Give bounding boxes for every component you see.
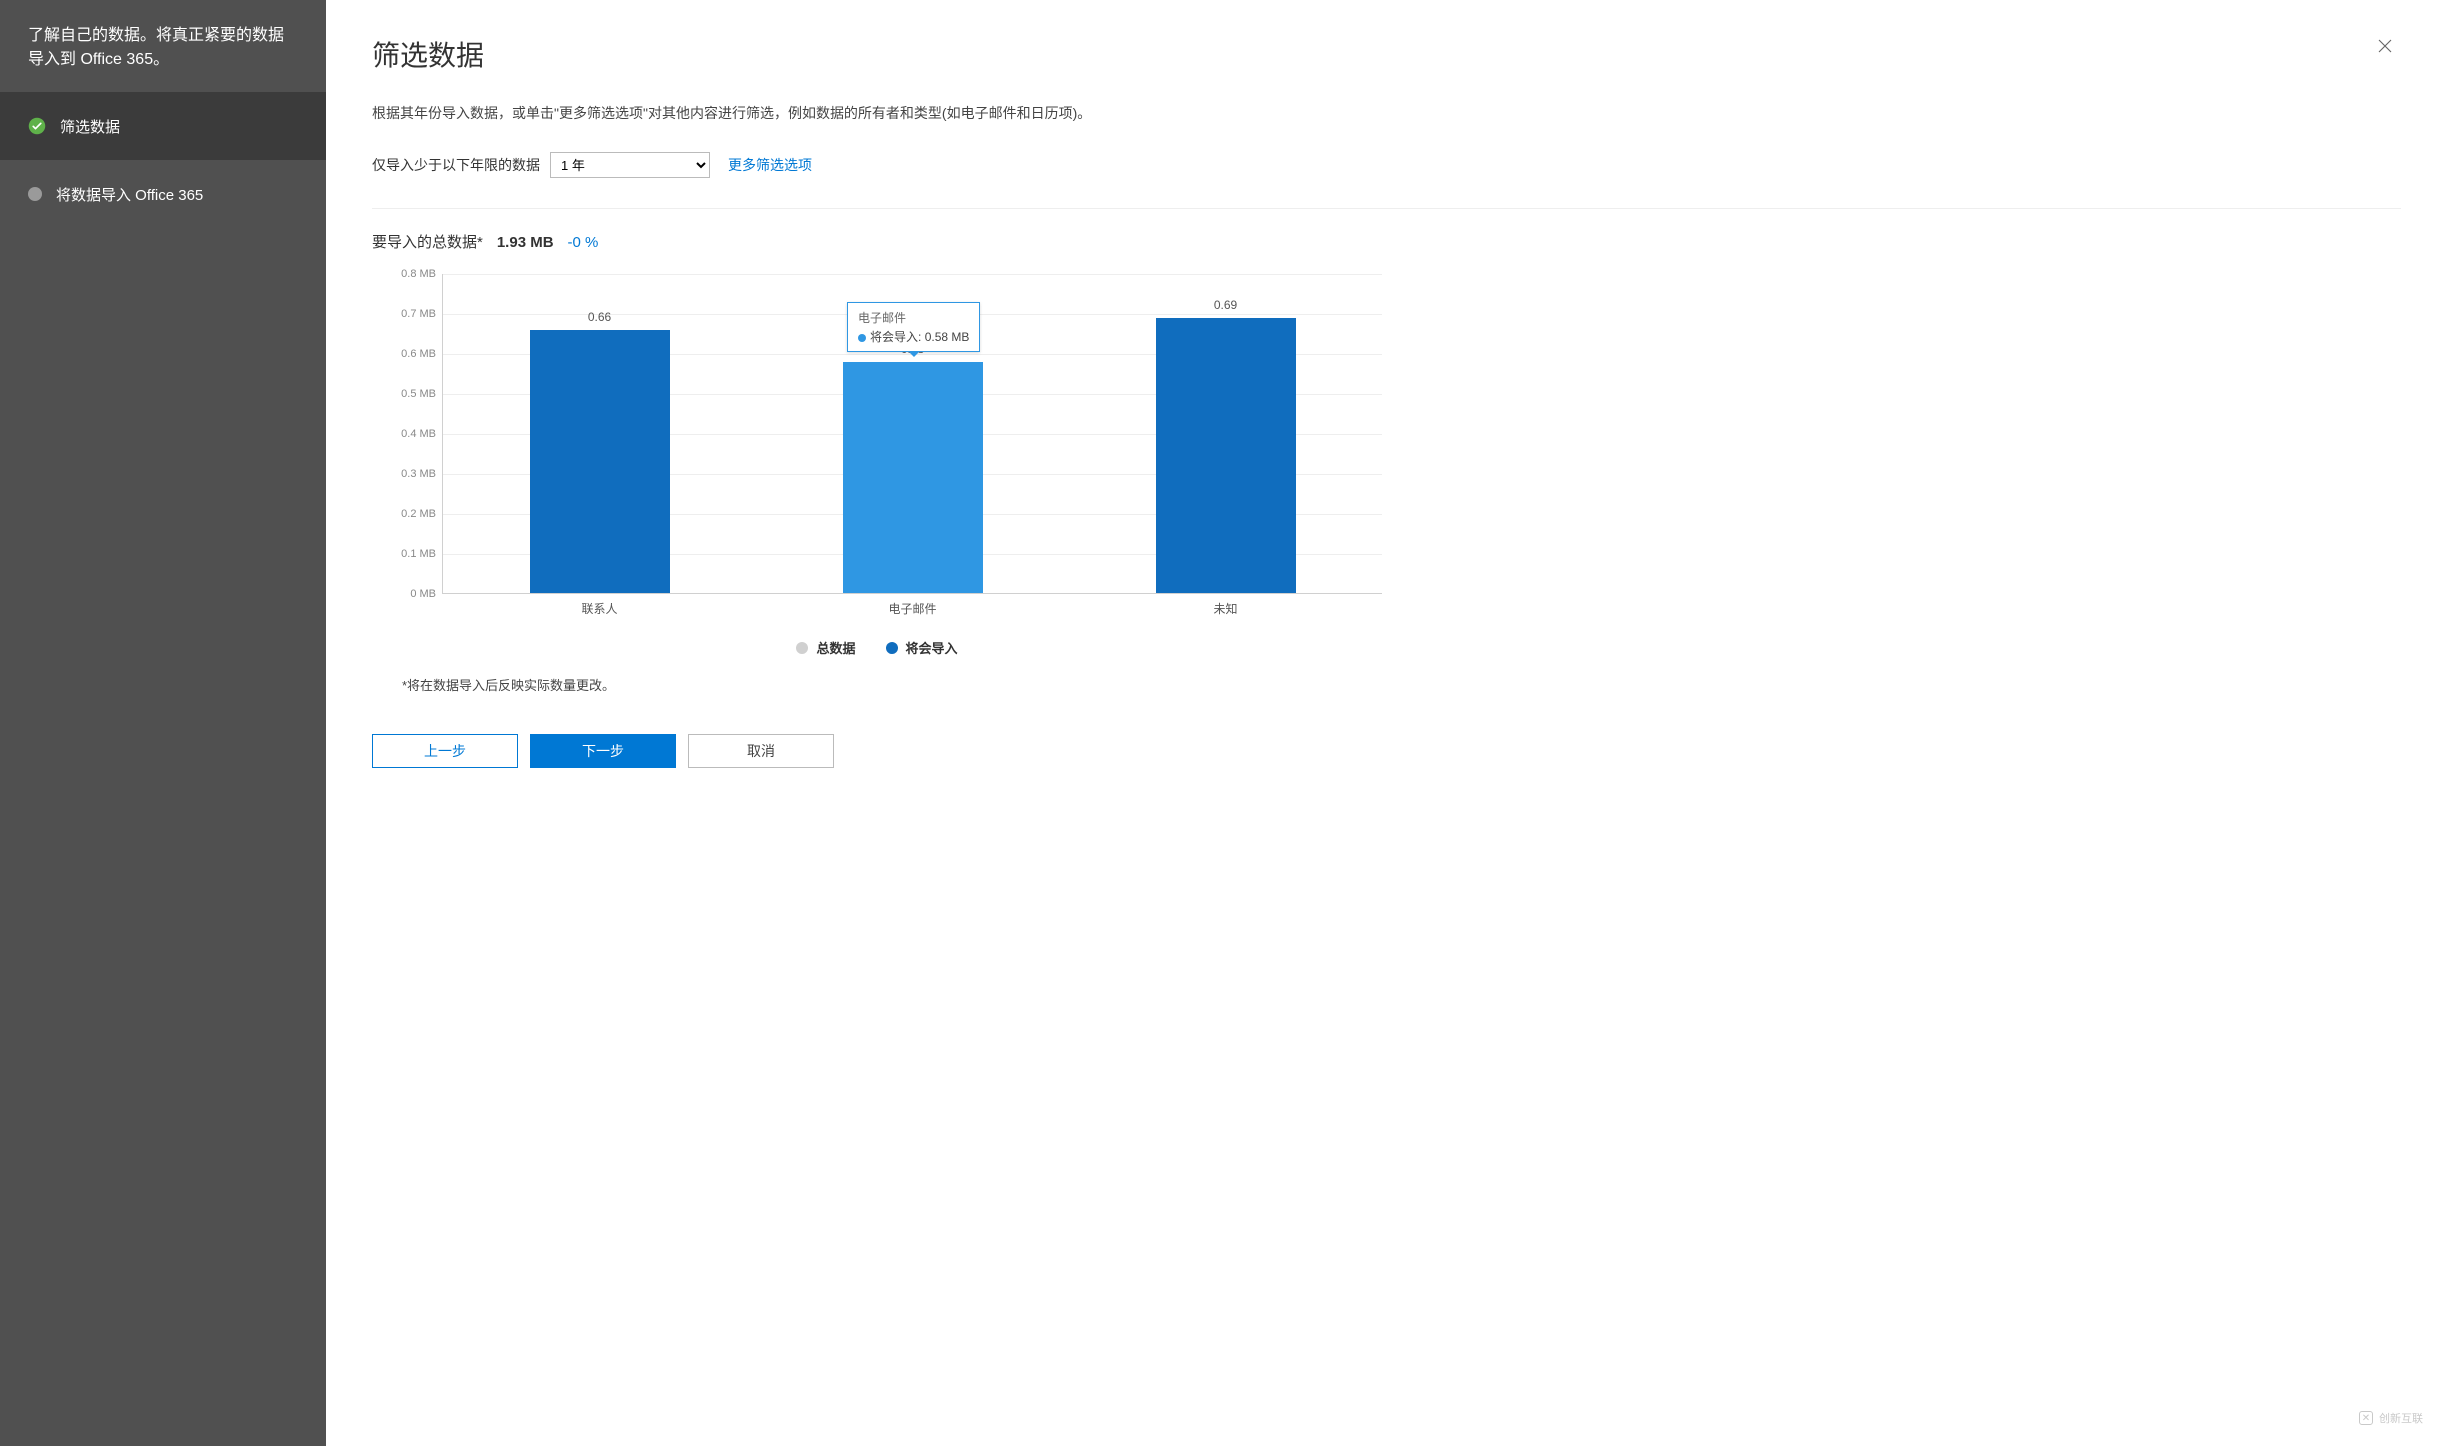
step-filter-data[interactable]: 筛选数据	[0, 92, 326, 160]
wizard-sidebar: 了解自己的数据。将真正紧要的数据导入到 Office 365。 筛选数据 将数据…	[0, 0, 326, 1446]
pending-circle-icon	[28, 187, 42, 201]
tooltip-series: 将会导入	[870, 330, 918, 344]
y-axis-tick: 0.7 MB	[372, 308, 436, 320]
footnote: *将在数据导入后反映实际数量更改。	[402, 675, 2401, 694]
x-axis-tick: 未知	[1069, 600, 1382, 617]
tooltip-dot-icon	[858, 334, 866, 342]
tooltip-value: 0.58 MB	[925, 330, 970, 344]
y-axis-tick: 0.6 MB	[372, 348, 436, 360]
chart-tooltip: 电子邮件 将会导入: 0.58 MB	[847, 302, 980, 352]
totals-value: 1.93 MB	[497, 234, 554, 251]
step-list: 筛选数据 将数据导入 Office 365	[0, 92, 326, 228]
watermark: ✕ 创新互联	[2359, 1410, 2423, 1426]
sidebar-header: 了解自己的数据。将真正紧要的数据导入到 Office 365。	[0, 0, 326, 92]
bar-slot: 0.66联系人	[443, 274, 756, 593]
chart-bar[interactable]: 0.58	[843, 362, 983, 593]
totals-row: 要导入的总数据* 1.93 MB -0 %	[372, 231, 2401, 252]
totals-label: 要导入的总数据*	[372, 231, 483, 252]
y-axis-tick: 0.1 MB	[372, 548, 436, 560]
main-panel: 筛选数据 根据其年份导入数据，或单击"更多筛选选项"对其他内容进行筛选，例如数据…	[326, 0, 2447, 1446]
more-filters-link[interactable]: 更多筛选选项	[728, 155, 812, 175]
age-select[interactable]: 1 年	[550, 152, 710, 178]
totals-delta: -0 %	[568, 234, 599, 251]
filter-row: 仅导入少于以下年限的数据 1 年 更多筛选选项	[372, 152, 2401, 209]
legend-swatch-icon	[796, 642, 808, 654]
legend-total: 总数据	[796, 638, 855, 657]
step-label: 筛选数据	[60, 116, 120, 137]
legend-will-import: 将会导入	[886, 638, 958, 657]
back-button[interactable]: 上一步	[372, 734, 518, 768]
y-axis-tick: 0.2 MB	[372, 508, 436, 520]
cancel-button[interactable]: 取消	[688, 734, 834, 768]
chart-bar[interactable]: 0.66	[530, 330, 670, 593]
import-size-chart: 0 MB 0.1 MB 0.2 MB 0.3 MB 0.4 MB 0.5 MB 0.6 MB…	[372, 274, 1382, 624]
y-axis-tick: 0 MB	[372, 588, 436, 600]
x-axis-tick: 电子邮件	[756, 600, 1069, 617]
y-axis-tick: 0.8 MB	[372, 268, 436, 280]
page-title: 筛选数据	[372, 34, 2401, 74]
legend-total-label: 总数据	[816, 638, 855, 657]
close-button[interactable]	[2369, 30, 2401, 62]
y-axis-tick: 0.5 MB	[372, 388, 436, 400]
step-import-data[interactable]: 将数据导入 Office 365	[0, 160, 326, 228]
watermark-icon: ✕	[2359, 1411, 2373, 1425]
x-axis-tick: 联系人	[443, 600, 756, 617]
tooltip-category: 电子邮件	[858, 309, 969, 326]
watermark-text: 创新互联	[2379, 1410, 2423, 1426]
close-icon	[2376, 37, 2394, 55]
legend-will-import-label: 将会导入	[906, 638, 958, 657]
bar-slot: 0.69未知	[1069, 274, 1382, 593]
page-description: 根据其年份导入数据，或单击"更多筛选选项"对其他内容进行筛选，例如数据的所有者和…	[372, 102, 2401, 124]
chart-bar[interactable]: 0.69	[1156, 318, 1296, 593]
y-axis-tick: 0.4 MB	[372, 428, 436, 440]
bar-value-label: 0.66	[530, 310, 670, 324]
chart-legend: 总数据 将会导入	[372, 638, 1382, 657]
y-axis-tick: 0.3 MB	[372, 468, 436, 480]
bar-value-label: 0.69	[1156, 298, 1296, 312]
legend-swatch-icon	[886, 642, 898, 654]
check-circle-icon	[28, 117, 46, 135]
button-row: 上一步 下一步 取消	[372, 734, 2401, 768]
step-label: 将数据导入 Office 365	[56, 184, 203, 205]
age-filter-label: 仅导入少于以下年限的数据	[372, 155, 540, 175]
next-button[interactable]: 下一步	[530, 734, 676, 768]
